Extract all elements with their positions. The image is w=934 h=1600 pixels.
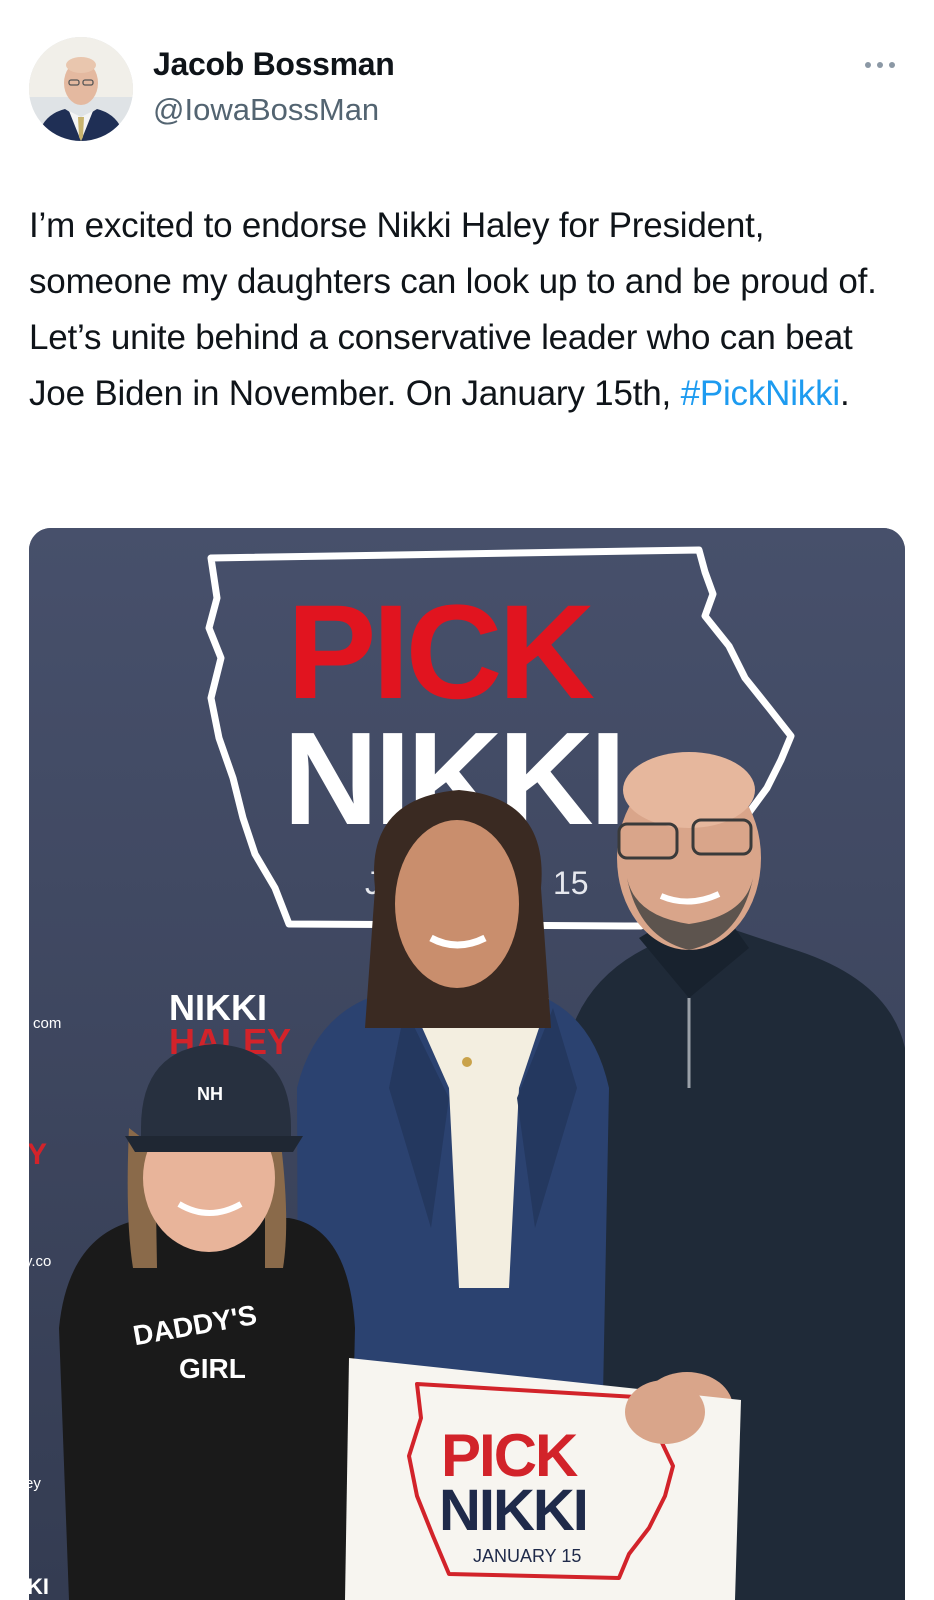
- tweet-text: I’m excited to endorse Nikki Haley for P…: [29, 198, 909, 422]
- shirt-line2: GIRL: [179, 1353, 246, 1384]
- cap-text: NH: [197, 1084, 223, 1104]
- left-edge-ey: ey: [29, 1475, 41, 1492]
- author-avatar[interactable]: [29, 37, 133, 141]
- more-dots-icon: [865, 62, 895, 68]
- sign-nikki-text: NIKKI: [439, 1478, 587, 1543]
- left-edge-co: y.co: [29, 1253, 51, 1270]
- tweet-end-punctuation: .: [839, 374, 850, 413]
- campaign-photo: PICK NIKKI JA 15 NIKKI HALEY com Y y.co …: [29, 528, 905, 1600]
- left-edge-com: com: [33, 1015, 61, 1032]
- handheld-sign: PICK NIKKI JANUARY 15: [345, 1358, 741, 1600]
- left-edge-ki: KI: [29, 1574, 49, 1599]
- tweet-photo[interactable]: PICK NIKKI JA 15 NIKKI HALEY com Y y.co …: [29, 528, 905, 1600]
- more-options-button[interactable]: [862, 52, 902, 76]
- backdrop-date-right: 15: [553, 865, 589, 901]
- sign-date-text: JANUARY 15: [473, 1546, 581, 1566]
- profile-photo-icon: [29, 37, 133, 141]
- author-display-name[interactable]: Jacob Bossman: [153, 46, 395, 83]
- author-handle[interactable]: @IowaBossMan: [153, 92, 379, 128]
- tweet-header: Jacob Bossman @IowaBossMan: [0, 0, 934, 150]
- left-edge-y: Y: [29, 1138, 47, 1171]
- hashtag-link[interactable]: #PickNikki: [681, 374, 841, 413]
